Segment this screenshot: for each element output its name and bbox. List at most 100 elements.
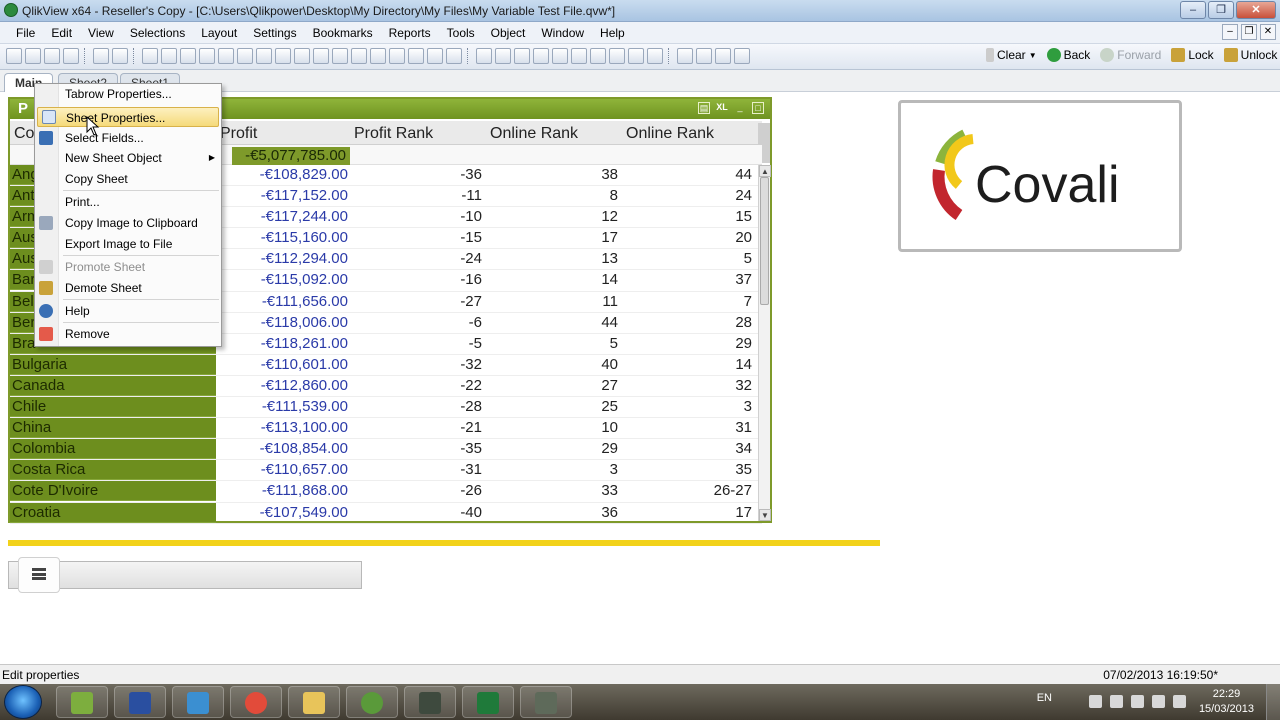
menu-help[interactable]: Help [592, 23, 633, 43]
show-hidden-icons-icon[interactable] [1089, 695, 1102, 708]
chevron-down-icon[interactable]: ▼ [1029, 51, 1037, 60]
show-desktop-button[interactable] [1266, 684, 1280, 720]
menu-settings[interactable]: Settings [245, 23, 304, 43]
copy-icon[interactable] [161, 48, 177, 64]
container-icon[interactable] [446, 48, 462, 64]
new-sheet-icon[interactable] [142, 48, 158, 64]
input-box-icon[interactable] [294, 48, 310, 64]
menu-item-new-sheet-object[interactable]: New Sheet Object ▶ [59, 148, 221, 168]
reload-icon[interactable] [44, 48, 60, 64]
calendar-icon[interactable] [389, 48, 405, 64]
space-vertical-icon[interactable] [647, 48, 663, 64]
restore-button[interactable]: ❐ [1208, 1, 1234, 19]
chart-icon[interactable] [275, 48, 291, 64]
paste-icon[interactable] [180, 48, 196, 64]
cell-country[interactable]: Cote D'Ivoire [10, 481, 216, 502]
menu-item-copy-image[interactable]: Copy Image to Clipboard [39, 213, 221, 233]
cell-country[interactable]: China [10, 418, 216, 439]
align-left-icon[interactable] [514, 48, 530, 64]
taskbar-app3-button[interactable] [520, 686, 572, 718]
align-middle-icon[interactable] [590, 48, 606, 64]
doc-restore-button[interactable]: ❐ [1241, 24, 1257, 40]
taskbar-app2-button[interactable] [404, 686, 456, 718]
taskbar-notepad-button[interactable] [56, 686, 108, 718]
taskbar-explorer-button[interactable] [288, 686, 340, 718]
header-online-rank-1[interactable]: Online Rank [486, 123, 578, 145]
new-document-icon[interactable] [6, 48, 22, 64]
start-button[interactable] [4, 685, 42, 719]
menu-item-sheet-properties[interactable]: Sheet Properties... [37, 107, 219, 127]
document-properties-icon[interactable] [715, 48, 731, 64]
doc-minimize-button[interactable]: – [1222, 24, 1238, 40]
back-button[interactable]: Back [1046, 48, 1090, 62]
maximize-caption-icon[interactable]: □ [752, 102, 764, 114]
button-object-icon[interactable] [313, 48, 329, 64]
slider-handle[interactable] [18, 557, 60, 593]
power-icon[interactable] [1173, 695, 1186, 708]
menu-item-demote-sheet[interactable]: Demote Sheet [39, 278, 221, 298]
sheet-object-icon[interactable] [677, 48, 693, 64]
table-vertical-scrollbar[interactable]: ▲ ▼ [758, 165, 771, 521]
format-painter-icon[interactable] [199, 48, 215, 64]
menu-object[interactable]: Object [483, 23, 534, 43]
align-center-icon[interactable] [533, 48, 549, 64]
minimize-caption-icon[interactable]: _ [734, 102, 746, 114]
taskbar-clock[interactable]: 22:29 15/03/2013 [1199, 687, 1254, 717]
unlock-button[interactable]: Unlock [1223, 48, 1277, 62]
network-tray-icon[interactable] [1110, 695, 1123, 708]
edit-script-icon[interactable] [93, 48, 109, 64]
forward-button[interactable]: Forward [1100, 48, 1161, 62]
taskbar-qlikview-button[interactable] [346, 686, 398, 718]
action-center-icon[interactable] [1152, 695, 1165, 708]
cell-country[interactable]: Costa Rica [10, 460, 216, 481]
scroll-down-icon[interactable]: ▼ [759, 509, 771, 521]
slider-track[interactable] [8, 561, 362, 589]
menu-view[interactable]: View [80, 23, 122, 43]
open-icon[interactable] [25, 48, 41, 64]
cell-country[interactable]: Chile [10, 397, 216, 418]
slider-icon[interactable] [370, 48, 386, 64]
header-profit[interactable]: Profit [216, 123, 257, 145]
space-horizontal-icon[interactable] [628, 48, 644, 64]
menu-item-copy-sheet[interactable]: Copy Sheet [59, 169, 221, 189]
table-box-icon[interactable] [256, 48, 272, 64]
align-right-icon[interactable] [552, 48, 568, 64]
cell-country[interactable]: Bulgaria [10, 354, 216, 375]
header-online-rank-2[interactable]: Online Rank [622, 123, 714, 145]
scroll-up-icon[interactable]: ▲ [759, 165, 771, 177]
menu-tools[interactable]: Tools [439, 23, 483, 43]
save-icon[interactable] [63, 48, 79, 64]
scroll-thumb[interactable] [760, 177, 769, 305]
menu-window[interactable]: Window [533, 23, 592, 43]
menu-layout[interactable]: Layout [193, 23, 245, 43]
lock-button[interactable]: Lock [1171, 48, 1214, 62]
listbox-icon[interactable] [218, 48, 234, 64]
menu-selections[interactable]: Selections [122, 23, 193, 43]
taskbar-chrome-button[interactable] [230, 686, 282, 718]
menu-item-tabrow-properties[interactable]: Tabrow Properties... [59, 84, 221, 104]
line-arrow-icon[interactable] [351, 48, 367, 64]
align-bottom-icon[interactable] [609, 48, 625, 64]
doc-close-button[interactable]: ✕ [1260, 24, 1276, 40]
taskbar-app-button[interactable] [172, 686, 224, 718]
align-top-icon[interactable] [571, 48, 587, 64]
clear-button[interactable]: Clear ▼ [986, 48, 1037, 62]
cell-country[interactable]: Colombia [10, 439, 216, 460]
header-country[interactable]: Co [10, 123, 34, 145]
properties-icon[interactable] [696, 48, 712, 64]
close-button[interactable]: ✕ [1236, 1, 1276, 19]
taskbar-excel-button[interactable] [462, 686, 514, 718]
menu-item-help[interactable]: Help [39, 301, 221, 321]
menu-bookmarks[interactable]: Bookmarks [305, 23, 381, 43]
minimize-button[interactable]: – [1180, 1, 1206, 19]
cell-country[interactable]: Canada [10, 375, 216, 396]
search-object-icon[interactable] [427, 48, 443, 64]
menu-reports[interactable]: Reports [381, 23, 439, 43]
menu-item-remove[interactable]: Remove [39, 324, 221, 344]
text-object-icon[interactable] [332, 48, 348, 64]
user-preferences-icon[interactable] [734, 48, 750, 64]
menu-item-select-fields[interactable]: Select Fields... [39, 128, 221, 148]
language-indicator[interactable]: EN [1037, 692, 1052, 704]
menu-item-export-image[interactable]: Export Image to File [59, 234, 221, 254]
pencil-icon[interactable] [495, 48, 511, 64]
